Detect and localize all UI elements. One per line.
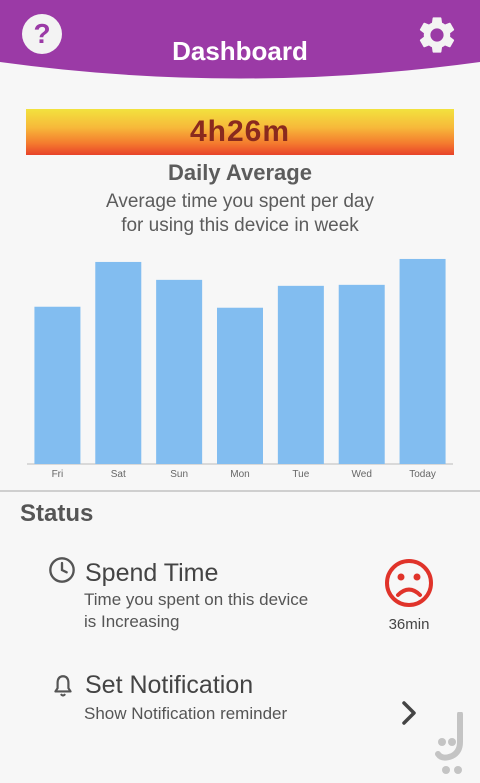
set-notification-subtitle: Show Notification reminder xyxy=(84,704,288,723)
bar-fri xyxy=(34,306,81,464)
x-tick-label-today: Today xyxy=(409,469,436,480)
bar-sun xyxy=(156,279,203,464)
spend-time-value: 36min xyxy=(388,616,430,633)
daily-average-heading: Daily Average xyxy=(168,160,312,185)
bar-mon xyxy=(217,307,263,464)
average-time-banner: 4h26m xyxy=(26,109,454,155)
bar-tue xyxy=(277,285,324,464)
store-watermark-logo xyxy=(435,712,463,774)
sad-face-icon xyxy=(385,559,433,607)
x-tick-label-mon: Mon xyxy=(230,469,249,480)
x-tick-label-tue: Tue xyxy=(292,469,309,480)
clock-icon xyxy=(49,557,75,583)
bar-wed xyxy=(338,284,385,464)
page-title: Dashboard xyxy=(172,36,308,66)
spend-time-subtitle-line-2: is Increasing xyxy=(84,612,180,631)
x-tick-label-wed: Wed xyxy=(352,469,372,480)
bar-today xyxy=(399,258,446,464)
daily-average-description: Average time you spent per day for using… xyxy=(60,190,420,238)
weekly-usage-chart: Fri Sat Sun Mon Tue Wed Today xyxy=(27,258,453,480)
bar-sat xyxy=(95,261,142,464)
spend-time-subtitle-line-1: Time you spent on this device xyxy=(84,590,309,609)
set-notification-title: Set Notification xyxy=(85,671,254,699)
spend-time-subtitle: Time you spent on this device is Increas… xyxy=(84,589,354,633)
spend-time-title: Spend Time xyxy=(85,559,219,587)
x-tick-label-sat: Sat xyxy=(111,469,126,480)
description-line-2: for using this device in week xyxy=(121,215,359,236)
chevron-right-icon[interactable] xyxy=(398,700,420,726)
x-tick-label-fri: Fri xyxy=(52,469,64,480)
status-heading: Status xyxy=(20,500,94,527)
app-header: ? Dashboard xyxy=(0,0,480,90)
description-line-1: Average time you spent per day xyxy=(106,191,374,212)
average-time-value: 4h26m xyxy=(189,115,291,148)
bell-icon xyxy=(54,675,72,697)
x-tick-label-sun: Sun xyxy=(170,469,188,480)
section-divider xyxy=(0,490,480,492)
